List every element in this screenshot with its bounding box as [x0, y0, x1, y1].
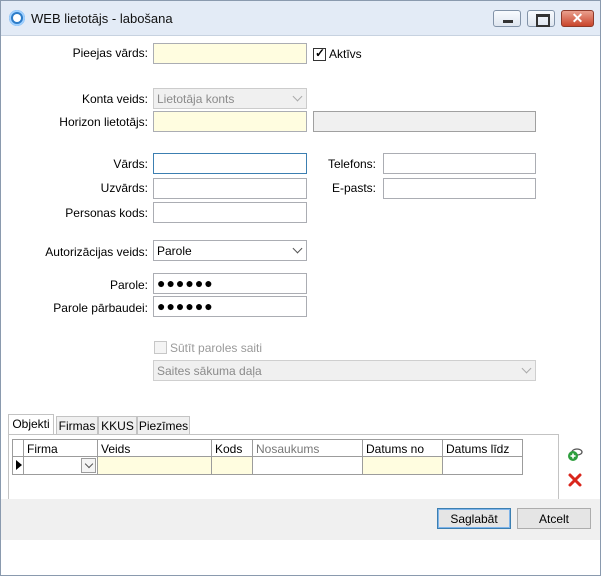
close-icon: ✕ — [571, 10, 584, 26]
close-button[interactable]: ✕ — [561, 10, 594, 27]
save-button[interactable]: Saglabāt — [437, 508, 511, 529]
column-header-datums-lidz[interactable]: Datums līdz — [443, 439, 523, 457]
auth-type-select[interactable]: Parole — [153, 240, 307, 261]
password-label: Parole: — [109, 278, 148, 292]
chevron-down-icon — [84, 459, 94, 469]
table-cell-kods[interactable] — [212, 457, 253, 475]
dialog-footer: Saglabāt Atcelt — [1, 499, 600, 540]
window-title: WEB lietotājs - labošana — [31, 11, 173, 26]
chevron-down-icon — [521, 363, 532, 374]
first-name-label: Vārds: — [113, 157, 148, 171]
cancel-button[interactable]: Atcelt — [517, 508, 591, 529]
last-name-label: Uzvārds: — [100, 181, 148, 195]
email-input[interactable] — [383, 178, 536, 199]
grid-corner — [12, 439, 24, 457]
add-row-icon[interactable] — [567, 446, 583, 462]
account-type-label: Konta veids: — [81, 92, 148, 106]
horizon-user-name-display — [313, 111, 536, 132]
tab-objekti[interactable]: Objekti — [8, 414, 54, 434]
globe-app-icon — [9, 10, 25, 26]
phone-label: Telefons: — [327, 157, 376, 171]
form-area: Pieejas vārds: ✓ Aktīvs Konta veids: Lie… — [1, 36, 600, 575]
maximize-icon — [536, 14, 550, 27]
column-header-veids[interactable]: Veids — [98, 439, 212, 457]
chevron-down-icon — [292, 91, 303, 102]
tab-firmas[interactable]: Firmas — [56, 416, 98, 434]
password-confirm-label: Parole pārbaudei: — [53, 301, 148, 315]
edit-web-user-window: WEB lietotājs - labošana ✕ Pieejas vārds… — [0, 0, 601, 576]
start-page-select[interactable]: Saites sākuma daļa — [153, 360, 536, 381]
table-cell-nosaukums[interactable] — [253, 457, 363, 475]
auth-type-label: Autorizācijas veids: — [45, 245, 148, 259]
personal-code-label: Personas kods: — [65, 206, 148, 220]
last-name-input[interactable] — [153, 178, 307, 199]
delete-row-icon[interactable] — [567, 472, 583, 488]
column-header-datums-no[interactable]: Datums no — [363, 439, 443, 457]
minimize-icon — [503, 20, 513, 23]
current-row-icon — [16, 460, 22, 470]
horizon-user-input[interactable] — [153, 111, 307, 132]
table-cell-datums-no[interactable] — [363, 457, 443, 475]
password-input[interactable]: ●●●●●● — [153, 273, 307, 294]
login-input[interactable] — [153, 43, 307, 64]
personal-code-input[interactable] — [153, 202, 307, 223]
cell-dropdown-button[interactable] — [81, 458, 96, 473]
first-name-input[interactable] — [153, 153, 307, 174]
active-label: Aktīvs — [329, 47, 362, 61]
table-cell-veids[interactable] — [98, 457, 212, 475]
tab-piezimes[interactable]: Piezīmes — [137, 416, 190, 434]
title-bar: WEB lietotājs - labošana ✕ — [1, 1, 600, 36]
table-cell-datums-lidz[interactable] — [443, 457, 523, 475]
email-label: E-pasts: — [331, 181, 376, 195]
send-password-link-label: Sūtīt paroles saiti — [170, 341, 263, 355]
password-confirm-input[interactable]: ●●●●●● — [153, 296, 307, 317]
column-header-nosaukums[interactable]: Nosaukums — [253, 439, 363, 457]
tab-kkus[interactable]: KKUS — [98, 416, 137, 434]
send-password-link-checkbox[interactable] — [154, 341, 167, 354]
phone-input[interactable] — [383, 153, 536, 174]
login-label: Pieejas vārds: — [72, 46, 148, 60]
column-header-kods[interactable]: Kods — [212, 439, 253, 457]
maximize-button[interactable] — [527, 10, 555, 27]
column-header-firma[interactable]: Firma — [24, 439, 98, 457]
horizon-user-label: Horizon lietotājs: — [59, 115, 148, 129]
active-checkbox[interactable]: ✓ — [313, 46, 326, 61]
account-type-select[interactable]: Lietotāja konts — [153, 88, 307, 109]
table-cell-firma[interactable] — [24, 457, 98, 475]
minimize-button[interactable] — [493, 10, 521, 27]
row-indicator[interactable] — [12, 457, 24, 475]
chevron-down-icon — [292, 243, 303, 254]
checkmark-icon: ✓ — [315, 46, 326, 60]
